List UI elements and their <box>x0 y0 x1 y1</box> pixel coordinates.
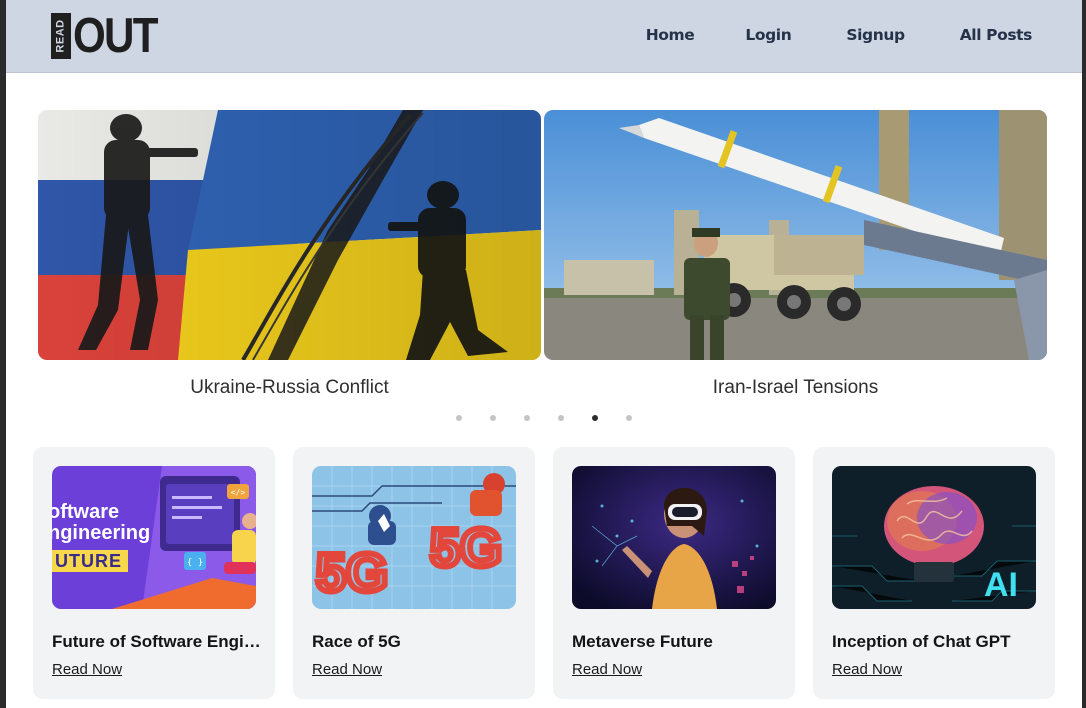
metaverse-image <box>572 466 776 609</box>
post-title[interactable]: Inception of Chat GPT <box>832 632 1042 652</box>
carousel-dot-1[interactable] <box>456 415 462 421</box>
carousel-dot-4[interactable] <box>558 415 564 421</box>
race-of-5g-image: 5G 5G <box>312 466 516 609</box>
carousel-caption-1: Ukraine-Russia Conflict <box>190 377 389 398</box>
iran-israel-image <box>544 110 1047 360</box>
thumb-text-1: oftware <box>52 501 119 523</box>
svg-text:</>: </> <box>231 488 246 497</box>
post-card[interactable]: AI Inception of Chat GPT Read Now <box>813 447 1055 699</box>
carousel-dot-6[interactable] <box>626 415 632 421</box>
post-title[interactable]: Future of Software Engineering <box>52 632 262 652</box>
post-title[interactable]: Metaverse Future <box>572 632 782 652</box>
logo-read-text: READ <box>55 19 68 53</box>
read-now-link[interactable]: Read Now <box>52 661 122 678</box>
post-card[interactable]: 5G 5G Race of 5G Read Now <box>293 447 535 699</box>
post-title[interactable]: Race of 5G <box>312 632 522 652</box>
carousel-dots <box>456 415 660 421</box>
svg-text:{ }: { } <box>187 558 203 568</box>
software-engineering-image: </> { } oftware ngineering UTURE <box>52 466 256 609</box>
read-now-link[interactable]: Read Now <box>572 661 642 678</box>
logo-read-badge: READ <box>51 13 71 59</box>
readout-logo[interactable]: READ OUT <box>51 9 170 63</box>
ukraine-russia-image <box>38 110 541 360</box>
nav-all-posts-link[interactable]: All Posts <box>960 26 1033 44</box>
read-now-link[interactable]: Read Now <box>832 661 902 678</box>
chat-gpt-brain-image: AI <box>832 466 1036 609</box>
post-thumbnail: </> { } oftware ngineering UTURE <box>52 466 256 609</box>
carousel-dot-2[interactable] <box>490 415 496 421</box>
nav-home-link[interactable]: Home <box>646 26 695 44</box>
thumb-ai-text: AI <box>984 566 1018 604</box>
post-card[interactable]: </> { } oftware ngineering UTURE Future … <box>33 447 275 699</box>
thumb-text-2: ngineering <box>52 522 150 544</box>
carousel-caption-2: Iran-Israel Tensions <box>712 377 879 398</box>
post-thumbnail: 5G 5G <box>312 466 516 609</box>
main-nav: Home Login Signup All Posts <box>646 26 1033 44</box>
logo-out-text: OUT <box>73 9 159 63</box>
post-card[interactable]: Metaverse Future Read Now <box>553 447 795 699</box>
carousel-dot-3[interactable] <box>524 415 530 421</box>
read-now-link[interactable]: Read Now <box>312 661 382 678</box>
carousel-slide-iran-israel[interactable] <box>544 110 1047 360</box>
thumb-5g-right: 5G <box>430 518 502 578</box>
post-thumbnail: AI <box>832 466 1036 609</box>
page-frame: READ OUT Home Login Signup All Posts Ukr… <box>6 0 1082 708</box>
nav-signup-link[interactable]: Signup <box>846 26 905 44</box>
post-thumbnail <box>572 466 776 609</box>
thumb-text-3: UTURE <box>55 551 122 571</box>
carousel-slide-ukraine-russia[interactable] <box>38 110 541 360</box>
navbar: READ OUT Home Login Signup All Posts <box>6 0 1082 73</box>
nav-login-link[interactable]: Login <box>745 26 791 44</box>
thumb-5g-left: 5G <box>316 543 388 603</box>
carousel-dot-5[interactable] <box>592 415 598 421</box>
